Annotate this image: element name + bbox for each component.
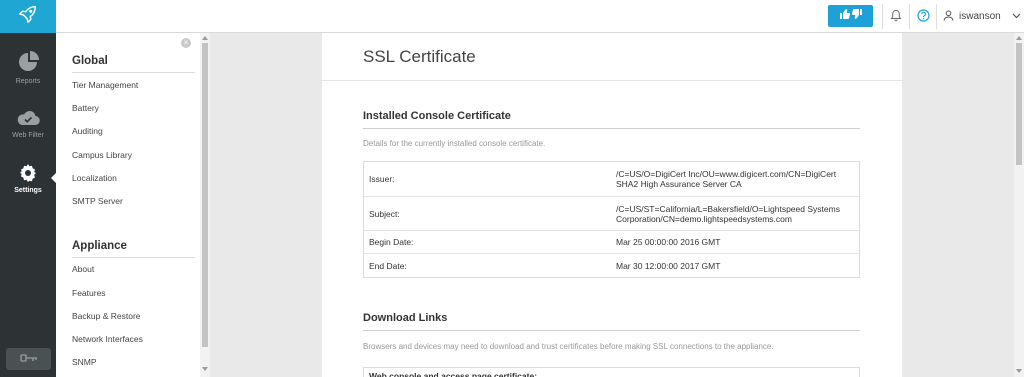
divider [363, 330, 860, 331]
rocket-icon [17, 3, 39, 30]
sidebar-item-tier-management[interactable]: Tier Management [72, 80, 138, 90]
user-menu[interactable]: iswanson [943, 0, 1021, 33]
main-panel: SSL Certificate Installed Console Certif… [322, 33, 902, 377]
table-row: Issuer: /C=US/O=DigiCert Inc/OU=www.digi… [364, 162, 859, 197]
cert-label: Issuer: [369, 174, 395, 184]
divider [882, 4, 883, 29]
cert-label: Begin Date: [369, 237, 414, 247]
sidebar-item-localization[interactable]: Localization [72, 173, 117, 183]
divider [909, 4, 910, 29]
download-links-description: Browsers and devices may need to downloa… [363, 342, 774, 351]
thumbs-up-down-icon [839, 7, 863, 25]
sidebar-item-battery[interactable]: Battery [72, 103, 99, 113]
cert-value: Mar 25 00:00:00 2016 GMT [616, 237, 721, 247]
sidebar-item-network-interfaces[interactable]: Network Interfaces [72, 334, 143, 344]
page-scrollbar[interactable] [1014, 33, 1024, 377]
scroll-up-arrow[interactable] [1016, 36, 1022, 40]
table-row: Subject: /C=US/ST=California/L=Bakersfie… [364, 197, 859, 231]
question-icon[interactable] [917, 9, 930, 27]
top-bar: iswanson [56, 0, 1024, 33]
main-nav-rail: Reports Web Filter Settings [0, 33, 56, 377]
cert-value: Mar 30 12:00:00 2017 GMT [616, 260, 721, 271]
group-title-global: Global [72, 55, 108, 67]
cert-label: Subject: [369, 208, 400, 219]
divider [363, 128, 860, 129]
nav-settings-label: Settings [14, 187, 42, 194]
scroll-up-arrow[interactable] [202, 36, 208, 40]
divider [72, 257, 195, 258]
nav-settings[interactable]: Settings [0, 164, 56, 194]
key-icon [19, 350, 38, 368]
cert-label: End Date: [369, 260, 407, 271]
sidebar-item-smtp-server[interactable]: SMTP Server [72, 196, 123, 206]
collapse-button[interactable] [6, 348, 51, 370]
close-icon[interactable]: × [181, 38, 191, 48]
table-row: End Date: Mar 30 12:00:00 2017 GMT [364, 254, 859, 277]
feedback-button[interactable] [828, 5, 873, 27]
gear-icon [0, 164, 56, 184]
scrollbar-thumb[interactable] [1016, 43, 1022, 165]
download-links-title: Download Links [363, 312, 448, 324]
bell-icon[interactable] [890, 9, 902, 27]
divider [936, 4, 937, 29]
sidebar-item-auditing[interactable]: Auditing [72, 126, 103, 136]
cloud-icon [0, 109, 56, 129]
nav-web-filter[interactable]: Web Filter [0, 109, 56, 139]
app-logo[interactable] [0, 0, 56, 33]
divider [72, 72, 195, 73]
table-row: Begin Date: Mar 25 00:00:00 2016 GMT [364, 231, 859, 254]
pie-chart-icon [0, 51, 56, 75]
username: iswanson [959, 11, 1001, 22]
nav-reports-label: Reports [15, 78, 41, 85]
cert-value: /C=US/O=DigiCert Inc/OU=www.digicert.com… [616, 169, 837, 189]
installed-certificate-description: Details for the currently installed cons… [363, 139, 546, 148]
download-box-heading: Web console and access page certificate: [363, 367, 860, 377]
installed-certificate-title: Installed Console Certificate [363, 110, 511, 122]
page-header: SSL Certificate [322, 33, 902, 81]
nav-web-filter-label: Web Filter [12, 132, 44, 139]
sidebar-item-features[interactable]: Features [72, 288, 106, 298]
group-title-appliance: Appliance [72, 240, 127, 252]
nav-reports[interactable]: Reports [0, 51, 56, 85]
certificate-details-table: Issuer: /C=US/O=DigiCert Inc/OU=www.digi… [363, 161, 860, 278]
sidebar-item-campus-library[interactable]: Campus Library [72, 150, 132, 160]
sidebar-item-about[interactable]: About [72, 264, 94, 274]
page-title: SSL Certificate [363, 47, 476, 66]
sidebar-scrollbar[interactable] [200, 33, 210, 377]
scroll-down-arrow[interactable] [1016, 369, 1022, 373]
sidebar-item-backup-restore[interactable]: Backup & Restore [72, 311, 141, 321]
settings-sidebar: × Global Tier Management Battery Auditin… [56, 33, 200, 377]
cert-value: /C=US/ST=California/L=Bakersfield/O=Ligh… [616, 203, 840, 224]
user-icon [943, 10, 954, 24]
scrollbar-thumb[interactable] [202, 43, 208, 347]
chevron-down-icon [1012, 11, 1021, 22]
scroll-down-arrow[interactable] [202, 367, 208, 371]
sidebar-item-snmp[interactable]: SNMP [72, 357, 97, 367]
